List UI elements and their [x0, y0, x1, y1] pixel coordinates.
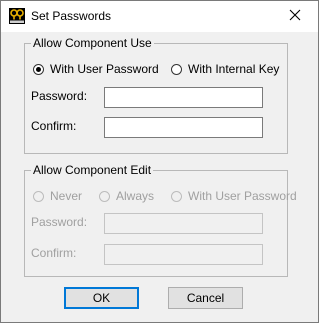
radio-edit-with-user-password[interactable]: With User Password — [171, 189, 297, 203]
ok-button[interactable]: OK — [64, 287, 139, 309]
use-confirm-input[interactable] — [104, 117, 263, 138]
radio-label: Always — [116, 189, 155, 203]
edit-confirm-input[interactable] — [104, 244, 263, 265]
radio-unchecked-icon — [99, 190, 110, 202]
use-password-input[interactable] — [104, 87, 263, 108]
window-title: Set Passwords — [31, 9, 112, 23]
radio-unchecked-icon — [171, 190, 182, 202]
radio-edit-never[interactable]: Never — [33, 189, 82, 203]
key-app-icon — [9, 8, 25, 24]
radio-label: With User Password — [188, 189, 297, 203]
use-confirm-label: Confirm: — [31, 119, 77, 133]
radio-edit-always[interactable]: Always — [99, 189, 154, 203]
edit-password-label: Password: — [31, 215, 88, 229]
radio-label: With Internal Key — [188, 62, 280, 76]
radio-use-with-internal-key[interactable]: With Internal Key — [171, 62, 279, 76]
radio-unchecked-icon — [171, 63, 182, 75]
cancel-button[interactable]: Cancel — [168, 287, 243, 309]
title-bar: Set Passwords — [1, 1, 318, 32]
radio-label: With User Password — [50, 62, 159, 76]
allow-component-edit-label: Allow Component Edit — [31, 163, 154, 177]
use-password-label: Password: — [31, 89, 88, 103]
edit-password-input[interactable] — [104, 213, 263, 234]
radio-unchecked-icon — [33, 190, 44, 202]
set-passwords-dialog: Set Passwords Allow Component Use With U… — [0, 0, 319, 323]
radio-use-with-user-password[interactable]: With User Password — [33, 62, 159, 76]
edit-confirm-label: Confirm: — [31, 246, 77, 260]
radio-label: Never — [50, 189, 83, 203]
allow-component-use-label: Allow Component Use — [31, 36, 154, 50]
close-button[interactable] — [272, 1, 318, 32]
radio-checked-icon — [33, 63, 44, 75]
close-icon — [289, 9, 301, 24]
